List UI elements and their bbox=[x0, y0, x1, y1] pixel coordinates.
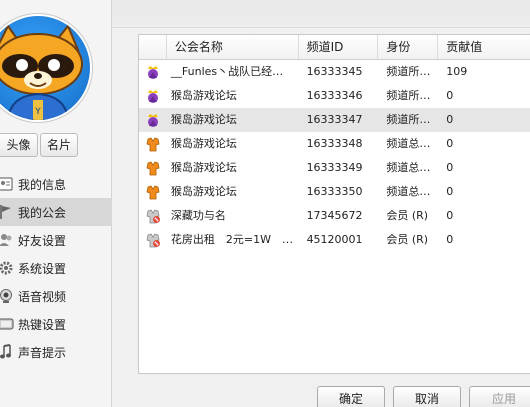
sidebar-item-label: 系统设置 bbox=[18, 261, 67, 276]
contribution-cell: 0 bbox=[446, 209, 454, 222]
role-cell: 频道总… bbox=[386, 161, 431, 174]
sidebar-item-sound-alerts[interactable]: 声音提示 bbox=[0, 338, 111, 366]
flag-icon bbox=[0, 204, 14, 220]
guild-table: 公会名称 频道ID 身份 贡献值 __Funles丶战队已经… 16333345 频… bbox=[138, 34, 530, 374]
raccoon-mascot-icon: Y bbox=[0, 24, 83, 120]
header-guild-name[interactable]: 公会名称 bbox=[167, 35, 299, 59]
role-cell: 会员 (R) bbox=[386, 209, 429, 222]
role-cell: 频道总… bbox=[386, 185, 431, 198]
guild-name-cell: 猴岛游戏论坛 bbox=[170, 137, 237, 150]
gray-member-icon bbox=[139, 204, 167, 228]
guild-name-cell: 猴岛游戏论坛 bbox=[170, 185, 237, 198]
guild-name-cell: __Funles丶战队已经… bbox=[170, 65, 284, 78]
table-row[interactable]: 猴岛游戏论坛 16333350 频道总… 0 bbox=[139, 180, 530, 204]
channel-id-cell: 16333345 bbox=[306, 65, 363, 78]
role-cell: 频道所… bbox=[386, 65, 431, 78]
sidebar-item-label: 我的信息 bbox=[18, 177, 67, 192]
contribution-cell: 0 bbox=[446, 161, 454, 174]
profile-buttons: 头像 名片 bbox=[0, 133, 78, 157]
table-body: __Funles丶战队已经… 16333345 频道所… 109 猴岛游戏论坛 16333… bbox=[139, 60, 530, 252]
table-row[interactable]: 花房出租 2元=1W … 45120001 会员 (R) 0 bbox=[139, 228, 530, 252]
channel-id-cell: 16333350 bbox=[306, 185, 363, 198]
channel-id-cell: 17345672 bbox=[306, 209, 363, 222]
cancel-button[interactable]: 取消 bbox=[393, 386, 461, 407]
gear-icon bbox=[0, 260, 14, 276]
ok-button[interactable]: 确定 bbox=[317, 386, 385, 407]
purple-crown-icon bbox=[139, 84, 167, 108]
user-info-icon bbox=[0, 176, 14, 192]
sidebar-item-my-info[interactable]: 我的信息 bbox=[0, 170, 111, 198]
contribution-cell: 0 bbox=[446, 137, 454, 150]
header-icon-column[interactable] bbox=[139, 35, 167, 59]
contribution-cell: 109 bbox=[446, 65, 468, 78]
table-header: 公会名称 频道ID 身份 贡献值 bbox=[139, 35, 530, 60]
header-contribution[interactable]: 贡献值 bbox=[438, 35, 530, 59]
music-note-icon bbox=[0, 344, 14, 360]
table-row[interactable]: 猴岛游戏论坛 16333347 频道所… 0 bbox=[139, 108, 530, 132]
role-cell: 频道所… bbox=[386, 113, 431, 126]
role-cell: 频道总… bbox=[386, 137, 431, 150]
contribution-cell: 0 bbox=[446, 113, 454, 126]
channel-id-cell: 16333346 bbox=[306, 89, 363, 102]
purple-crown-icon bbox=[139, 60, 167, 84]
channel-id-cell: 16333349 bbox=[306, 161, 363, 174]
sidebar-nav: 我的信息 我的公会 好友设置 系统设置 语音视频 热键设置 声音提示 bbox=[0, 170, 111, 366]
guild-name-cell: 猴岛游戏论坛 bbox=[170, 161, 237, 174]
sidebar-item-my-guild[interactable]: 我的公会 bbox=[0, 198, 111, 226]
sidebar-item-label: 我的公会 bbox=[18, 205, 67, 220]
contribution-cell: 0 bbox=[446, 89, 454, 102]
orange-vest-icon bbox=[139, 156, 167, 180]
table-row[interactable]: 猴岛游戏论坛 16333349 频道总… 0 bbox=[139, 156, 530, 180]
orange-vest-icon bbox=[139, 180, 167, 204]
purple-crown-icon bbox=[139, 108, 167, 132]
sidebar-item-hotkey-settings[interactable]: 热键设置 bbox=[0, 310, 111, 338]
guild-name-cell: 深藏功与名 bbox=[170, 209, 226, 222]
channel-id-cell: 16333347 bbox=[306, 113, 363, 126]
guild-name-cell: 猴岛游戏论坛 bbox=[170, 113, 237, 126]
avatar-button[interactable]: 头像 bbox=[0, 133, 38, 157]
guild-name-cell: 猴岛游戏论坛 bbox=[170, 89, 237, 102]
keyboard-icon bbox=[0, 316, 14, 332]
sidebar: Y 头像 名片 我的信息 我的公会 好友设置 系统设置 语音视频 热键设置 声音… bbox=[0, 0, 112, 407]
role-cell: 会员 (R) bbox=[386, 233, 429, 246]
guild-name-cell: 花房出租 2元=1W … bbox=[170, 233, 294, 246]
webcam-icon bbox=[0, 288, 14, 304]
header-role[interactable]: 身份 bbox=[378, 35, 439, 59]
apply-button[interactable]: 应用 bbox=[469, 386, 530, 407]
sidebar-item-friend-settings[interactable]: 好友设置 bbox=[0, 226, 111, 254]
friends-icon bbox=[0, 232, 14, 248]
sidebar-item-voice-video[interactable]: 语音视频 bbox=[0, 282, 111, 310]
avatar[interactable]: Y bbox=[0, 16, 90, 120]
channel-id-cell: 45120001 bbox=[306, 233, 363, 246]
contribution-cell: 0 bbox=[446, 185, 454, 198]
sidebar-item-label: 热键设置 bbox=[18, 317, 67, 332]
business-card-button[interactable]: 名片 bbox=[40, 133, 78, 157]
gray-member-icon bbox=[139, 228, 167, 252]
sidebar-item-system-settings[interactable]: 系统设置 bbox=[0, 254, 111, 282]
channel-id-cell: 16333348 bbox=[306, 137, 363, 150]
sidebar-item-label: 好友设置 bbox=[18, 233, 67, 248]
table-row[interactable]: 猴岛游戏论坛 16333346 频道所… 0 bbox=[139, 84, 530, 108]
table-row[interactable]: 猴岛游戏论坛 16333348 频道总… 0 bbox=[139, 132, 530, 156]
header-channel-id[interactable]: 频道ID bbox=[299, 35, 379, 59]
orange-vest-icon bbox=[139, 132, 167, 156]
sidebar-item-label: 语音视频 bbox=[18, 289, 67, 304]
contribution-cell: 0 bbox=[446, 233, 454, 246]
table-row[interactable]: __Funles丶战队已经… 16333345 频道所… 109 bbox=[139, 60, 530, 84]
svg-text:Y: Y bbox=[34, 107, 41, 117]
sidebar-item-label: 声音提示 bbox=[18, 345, 67, 360]
role-cell: 频道所… bbox=[386, 89, 431, 102]
table-row[interactable]: 深藏功与名 17345672 会员 (R) 0 bbox=[139, 204, 530, 228]
